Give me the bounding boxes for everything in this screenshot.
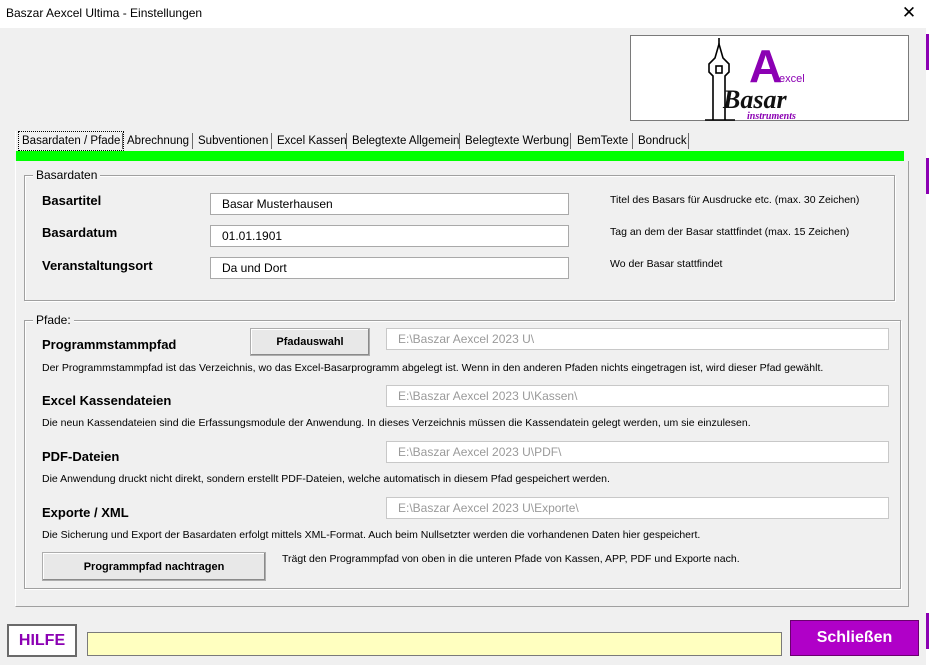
tab-separator: [346, 133, 347, 149]
veranstaltungsort-label: Veranstaltungsort: [42, 258, 153, 273]
basartitel-label: Basartitel: [42, 193, 102, 208]
tab-abrechnung[interactable]: Abrechnung: [124, 131, 192, 151]
basartitel-input[interactable]: [210, 193, 569, 215]
exporte-xml-description: Die Sicherung und Export der Basardaten …: [42, 529, 701, 541]
tab-belegtexte-werbung[interactable]: Belegtexte Werbung: [462, 131, 572, 151]
close-icon[interactable]: ✕: [901, 3, 917, 23]
programmstammpfad-input: [386, 328, 889, 350]
window-title: Baszar Aexcel Ultima - Einstellungen: [6, 6, 203, 20]
pdf-dateien-input: [386, 441, 889, 463]
tab-separator: [632, 133, 633, 149]
basar-logo-image: A excel Basar instruments: [705, 38, 805, 122]
schliessen-button[interactable]: Schließen: [790, 620, 919, 656]
tab-separator: [271, 133, 272, 149]
veranstaltungsort-hint: Wo der Basar stattfindet: [610, 258, 723, 270]
logo-bazar: Basar: [722, 85, 787, 114]
tab-excel-kassen[interactable]: Excel Kassen: [274, 131, 350, 151]
kassendateien-input: [386, 385, 889, 407]
tab-separator: [192, 133, 193, 149]
kassendateien-label: Excel Kassendateien: [42, 393, 172, 408]
active-page-indicator-bar: [16, 151, 904, 161]
tab-basardaten-pfade[interactable]: Basardaten / Pfade: [18, 131, 125, 151]
programmpfad-nachtragen-button[interactable]: Programmpfad nachtragen: [42, 552, 266, 581]
programmpfad-nachtragen-hint: Trägt den Programmpfad von oben in die u…: [282, 553, 740, 565]
exporte-xml-input: [386, 497, 889, 519]
exporte-xml-label: Exporte / XML: [42, 505, 129, 520]
tab-bemtexte[interactable]: BemTexte: [574, 131, 631, 151]
kassendateien-description: Die neun Kassendateien sind die Erfassun…: [42, 417, 751, 429]
basardaten-caption: Basardaten: [33, 168, 101, 182]
basardatum-hint: Tag an dem der Basar stattfindet (max. 1…: [610, 226, 850, 238]
tab-separator: [570, 133, 571, 149]
pdf-dateien-description: Die Anwendung druckt nicht direkt, sonde…: [42, 473, 610, 485]
basartitel-hint: Titel des Basars für Ausdrucke etc. (max…: [610, 194, 860, 206]
basardatum-label: Basardatum: [42, 225, 118, 240]
pdf-dateien-label: PDF-Dateien: [42, 449, 120, 464]
tab-subventionen[interactable]: Subventionen: [195, 131, 271, 151]
pfadauswahl-button[interactable]: Pfadauswahl: [250, 328, 370, 356]
tab-strip-edge: [15, 131, 16, 151]
logo-sub: instruments: [747, 111, 796, 122]
title-bar: Baszar Aexcel Ultima - Einstellungen ✕: [0, 0, 929, 28]
tab-separator: [122, 133, 123, 149]
tab-bondruck[interactable]: Bondruck: [635, 131, 690, 151]
logo-word: excel: [779, 73, 805, 85]
programmstammpfad-description: Der Programmstammpfad ist das Verzeichni…: [42, 362, 824, 374]
programmstammpfad-label: Programmstammpfad: [42, 337, 177, 352]
status-bar: [87, 632, 782, 656]
tab-separator: [688, 133, 689, 149]
veranstaltungsort-input[interactable]: [210, 257, 569, 279]
tab-separator: [459, 133, 460, 149]
hilfe-button[interactable]: HILFE: [7, 624, 77, 657]
tab-belegtexte-allgemein[interactable]: Belegtexte Allgemein: [349, 131, 462, 151]
logo-frame: A excel Basar instruments: [630, 35, 909, 122]
pfade-caption: Pfade:: [33, 313, 74, 327]
basardatum-input[interactable]: [210, 225, 569, 247]
